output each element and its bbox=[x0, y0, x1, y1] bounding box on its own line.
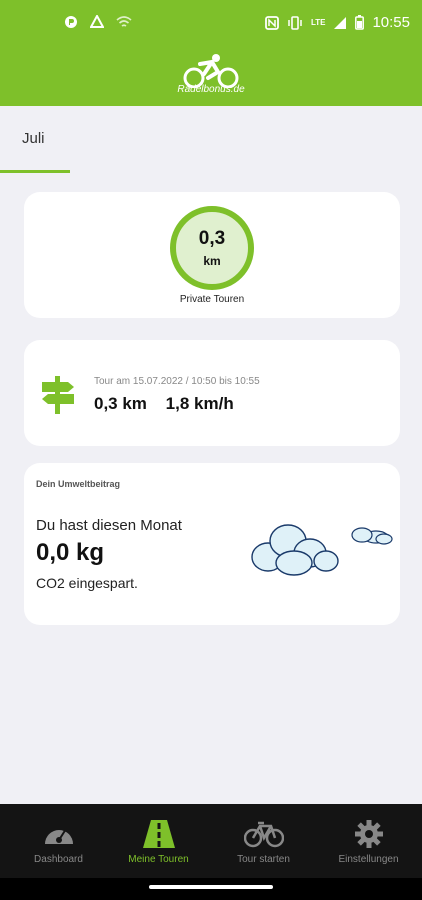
nav-label-einstellungen: Einstellungen bbox=[338, 854, 399, 865]
nav-item-tour-starten[interactable]: Tour starten bbox=[211, 804, 316, 878]
nav-label-tour-starten: Tour starten bbox=[237, 854, 290, 865]
nav-label-dashboard: Dashboard bbox=[34, 854, 83, 865]
distance-ring: 0,3 km bbox=[170, 206, 254, 290]
status-bar: LTE 10:55 bbox=[0, 0, 422, 48]
logo-text: Radelbonus.de bbox=[177, 84, 245, 95]
vibrate-icon bbox=[288, 15, 302, 30]
bicycle-icon bbox=[244, 821, 284, 848]
eco-text-line2: CO2 eingespart. bbox=[36, 575, 138, 591]
bottom-navigation: Dashboard Meine Touren Tour starten Eins… bbox=[0, 804, 422, 878]
clouds-icon bbox=[251, 524, 393, 576]
signpost-icon bbox=[42, 376, 74, 414]
tour-card[interactable]: Tour am 15.07.2022 / 10:50 bis 10:55 0,3… bbox=[24, 340, 400, 446]
home-gesture-bar[interactable] bbox=[149, 885, 273, 889]
nav-item-meine-touren[interactable]: Meine Touren bbox=[106, 804, 211, 878]
nfc-icon bbox=[265, 15, 279, 30]
radelbonus-logo: Radelbonus.de bbox=[168, 54, 254, 100]
month-tab-bar: Juli bbox=[0, 106, 422, 173]
tour-meta: Tour am 15.07.2022 / 10:50 bis 10:55 bbox=[94, 376, 260, 387]
road-icon bbox=[143, 820, 175, 848]
app-header: LTE 10:55 Radelbonus.de bbox=[0, 0, 422, 106]
tab-label: Juli bbox=[22, 130, 45, 147]
eco-text-line1: Du hast diesen Monat bbox=[36, 517, 182, 534]
co2-value: 0,0 kg bbox=[36, 539, 105, 566]
signal-icon bbox=[334, 16, 347, 29]
eco-contribution-card: Dein Umweltbeitrag Du hast diesen Monat … bbox=[24, 463, 400, 625]
app-notification-icon bbox=[65, 16, 77, 28]
tour-values: 0,3 km 1,8 km/h bbox=[94, 394, 248, 414]
nav-label-meine-touren: Meine Touren bbox=[128, 854, 189, 865]
cyclist-logo-icon bbox=[183, 54, 239, 89]
recycle-notification-icon bbox=[90, 15, 104, 28]
eco-title: Dein Umweltbeitrag bbox=[36, 479, 121, 489]
gear-icon bbox=[355, 820, 383, 848]
battery-icon bbox=[355, 15, 365, 30]
network-type-label: LTE bbox=[310, 18, 326, 27]
distance-summary-card: 0,3 km Private Touren bbox=[24, 192, 400, 318]
tab-active-indicator bbox=[0, 170, 70, 173]
tour-distance: 0,3 km bbox=[94, 394, 147, 413]
distance-caption: Private Touren bbox=[179, 294, 245, 305]
status-time: 10:55 bbox=[372, 14, 410, 31]
wifi-off-icon bbox=[116, 16, 132, 27]
nav-item-dashboard[interactable]: Dashboard bbox=[6, 804, 111, 878]
distance-value: 0,3 bbox=[198, 228, 226, 249]
tour-speed: 1,8 km/h bbox=[165, 394, 234, 413]
gauge-icon bbox=[45, 828, 73, 844]
nav-item-einstellungen[interactable]: Einstellungen bbox=[316, 804, 421, 878]
gesture-area bbox=[0, 878, 422, 900]
distance-unit: km bbox=[203, 254, 221, 268]
